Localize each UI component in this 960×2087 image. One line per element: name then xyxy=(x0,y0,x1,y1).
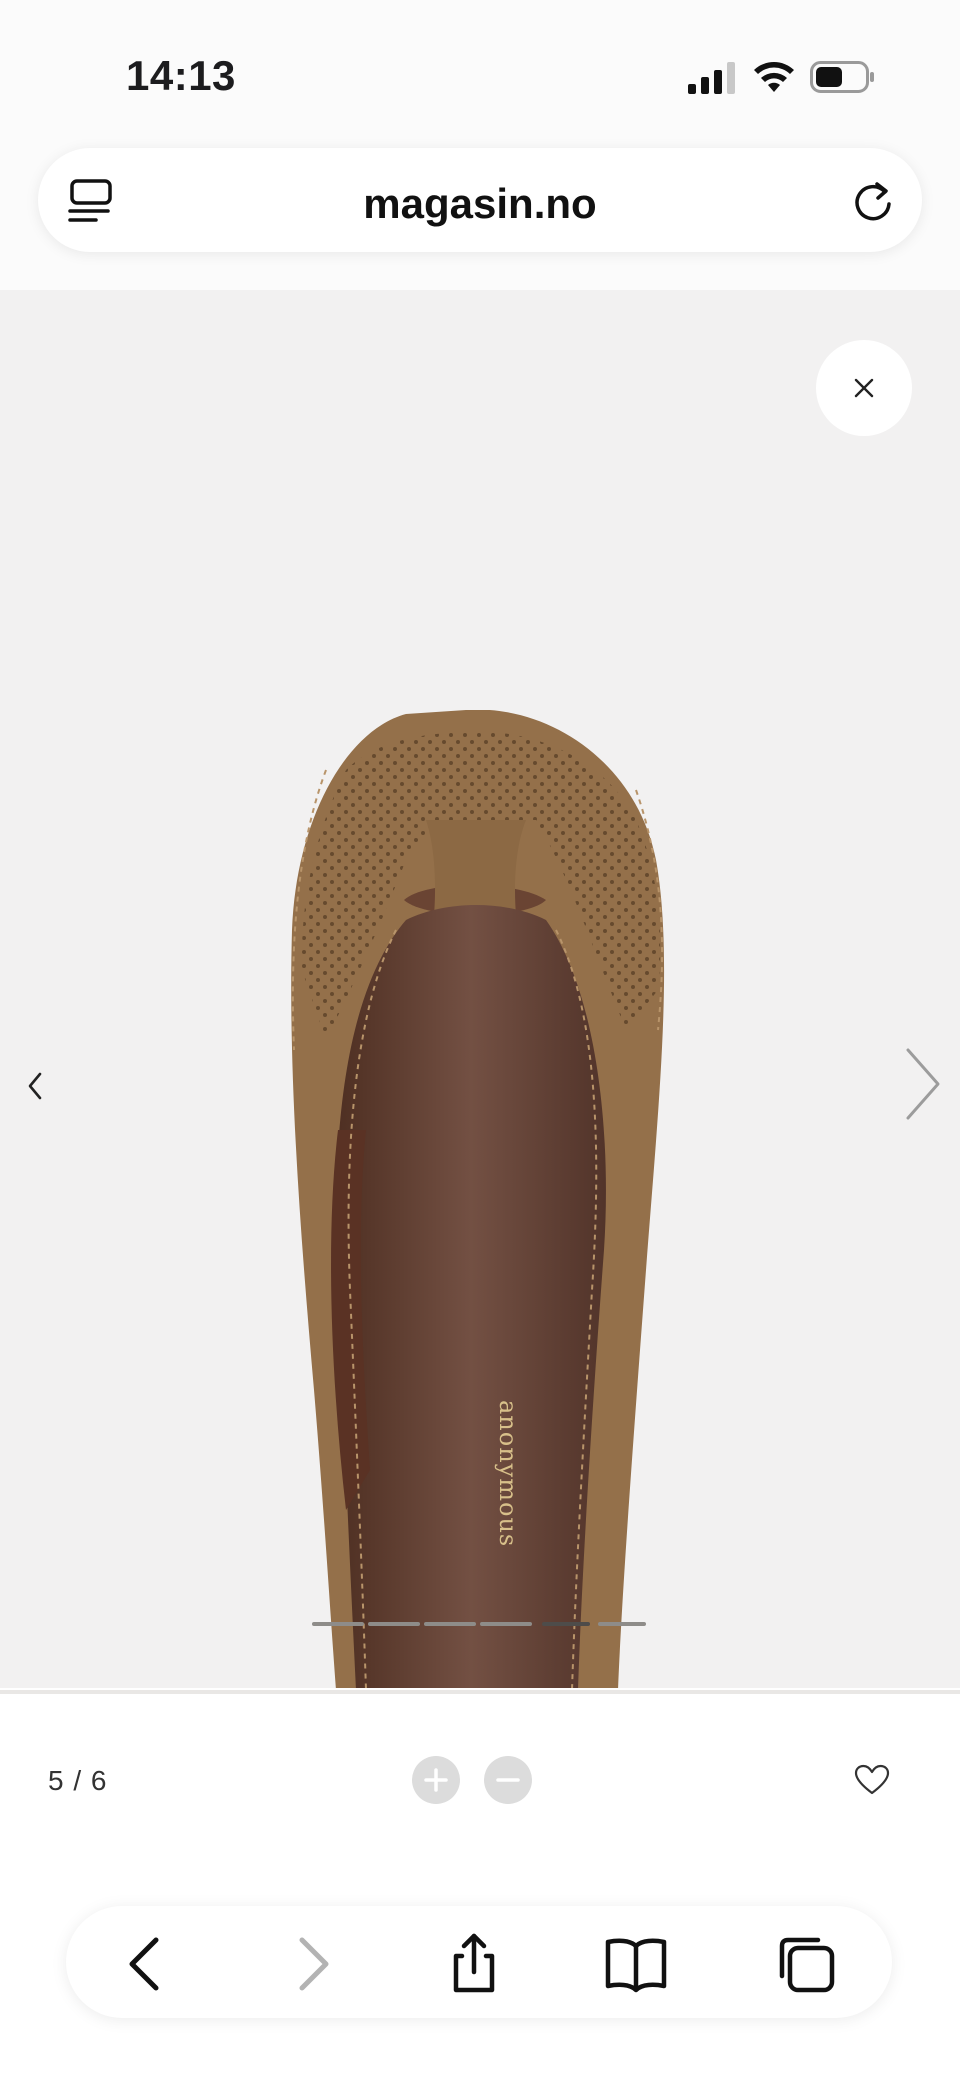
heart-icon[interactable] xyxy=(854,1764,890,1796)
close-icon xyxy=(854,378,874,398)
brand-label: anonymous xyxy=(494,1400,522,1547)
address-bar[interactable]: magasin.no xyxy=(38,148,922,252)
progress-segment xyxy=(480,1622,532,1626)
status-time: 14:13 xyxy=(126,52,236,99)
chevron-left-icon[interactable] xyxy=(22,1068,50,1104)
book-icon[interactable] xyxy=(604,1932,668,1996)
product-image: anonymous xyxy=(291,710,665,1688)
progress-segment xyxy=(424,1622,476,1626)
tabs-icon[interactable] xyxy=(774,1932,838,1996)
wifi-icon xyxy=(754,62,794,92)
url-text[interactable]: magasin.no xyxy=(38,180,922,228)
zoom-out-button[interactable] xyxy=(484,1756,532,1804)
forward-arrow-icon[interactable] xyxy=(278,1932,342,1996)
close-button[interactable] xyxy=(816,340,912,436)
minus-icon xyxy=(496,1778,520,1782)
progress-segment xyxy=(368,1622,420,1626)
chevron-right-icon[interactable] xyxy=(900,1044,946,1124)
status-bar: 14:13 xyxy=(0,0,960,140)
browser-toolbar xyxy=(66,1906,892,2018)
browser-address-area: magasin.no xyxy=(0,140,960,290)
plus-icon xyxy=(424,1768,448,1792)
progress-segment xyxy=(598,1622,646,1626)
divider xyxy=(0,1690,960,1694)
progress-segment-active xyxy=(542,1622,590,1626)
zoom-in-button[interactable] xyxy=(412,1756,460,1804)
share-icon[interactable] xyxy=(442,1932,506,1996)
reload-icon[interactable] xyxy=(850,178,896,224)
battery-icon xyxy=(810,61,874,93)
image-viewer[interactable]: anonymous xyxy=(0,290,960,1688)
back-arrow-icon[interactable] xyxy=(116,1932,180,1996)
image-counter: 5 / 6 xyxy=(48,1765,108,1796)
progress-segment xyxy=(312,1622,364,1626)
cellular-signal-icon xyxy=(688,62,735,94)
image-progress-indicator xyxy=(312,1622,648,1628)
